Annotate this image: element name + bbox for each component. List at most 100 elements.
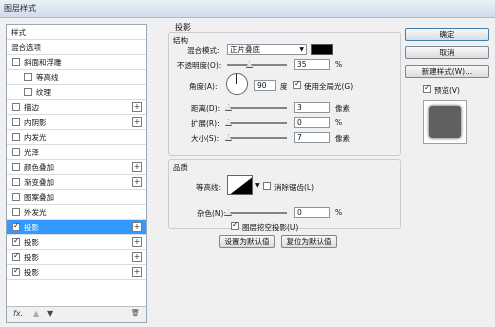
angle-input[interactable]: 90 (254, 80, 276, 91)
noise-slider-thumb[interactable] (225, 209, 232, 216)
sidebar-item-label: 投影 (24, 238, 39, 247)
sidebar-item-checkbox[interactable] (24, 73, 32, 81)
sidebar-item[interactable]: 颜色叠加 + (7, 160, 146, 175)
window-title: 图层样式 (4, 4, 36, 13)
preview-label: 预览(V) (434, 86, 460, 95)
sidebar-item-checkbox[interactable] (12, 118, 20, 126)
sidebar-item-checkbox[interactable] (12, 178, 20, 186)
angle-dial[interactable] (226, 73, 248, 95)
fx-icon[interactable]: fx. (13, 309, 23, 318)
distance-unit: 像素 (335, 104, 350, 113)
sidebar-item[interactable]: 光泽 (7, 145, 146, 160)
sidebar-item-label: 投影 (24, 253, 39, 262)
add-effect-icon[interactable]: + (132, 267, 142, 277)
opacity-slider[interactable] (227, 61, 287, 68)
antialias-checkbox[interactable] (263, 182, 271, 190)
styles-sidebar: 样式 混合选项 斜面和浮雕等高线纹理描边 + 内阴影 + 内发光光泽颜色叠加 + 渐变叠加 + 图… (6, 24, 147, 323)
contour-picker[interactable] (227, 175, 253, 195)
sidebar-item[interactable]: 纹理 (7, 85, 146, 100)
sidebar-item[interactable]: 渐变叠加 + (7, 175, 146, 190)
sidebar-item[interactable]: 投影 + (7, 250, 146, 265)
sidebar-item[interactable]: 混合选项 (7, 40, 146, 55)
spread-slider[interactable] (225, 119, 287, 126)
sidebar-item-label: 渐变叠加 (24, 178, 54, 187)
sidebar-item[interactable]: 图案叠加 (7, 190, 146, 205)
sidebar-item-label: 图案叠加 (24, 193, 54, 202)
add-effect-icon[interactable]: + (132, 102, 142, 112)
sidebar-item[interactable]: 等高线 (7, 70, 146, 85)
sidebar-item-label: 等高线 (36, 73, 59, 82)
sidebar-item-label: 光泽 (24, 148, 39, 157)
noise-input[interactable]: 0 (294, 207, 330, 218)
size-slider[interactable] (225, 134, 287, 141)
blend-mode-label: 混合模式: (187, 46, 220, 55)
angle-label: 角度(A): (189, 82, 218, 91)
sidebar-item-label: 纹理 (36, 88, 51, 97)
ok-button[interactable]: 确定 (405, 28, 489, 41)
sidebar-item-checkbox[interactable] (12, 163, 20, 171)
add-effect-icon[interactable]: + (132, 252, 142, 262)
cancel-button[interactable]: 取消 (405, 46, 489, 59)
sidebar-item[interactable]: 斜面和浮雕 (7, 55, 146, 70)
angle-dial-needle (236, 74, 237, 84)
reset-default-button[interactable]: 复位为默认值 (281, 235, 337, 248)
sidebar-item-checkbox[interactable] (12, 236, 20, 246)
sidebar-item[interactable]: 内阴影 + (7, 115, 146, 130)
move-down-icon[interactable]: ▼ (47, 309, 53, 318)
distance-input[interactable]: 3 (294, 102, 330, 113)
shadow-color-swatch[interactable] (311, 44, 333, 55)
title-bar: 图层样式 (0, 0, 495, 18)
sidebar-item[interactable]: 描边 + (7, 100, 146, 115)
sidebar-item[interactable]: 外发光 (7, 205, 146, 220)
sidebar-item-checkbox[interactable] (12, 266, 20, 276)
antialias-label: 消除锯齿(L) (274, 183, 315, 192)
sidebar-item-checkbox[interactable] (12, 221, 20, 231)
sidebar-item-checkbox[interactable] (24, 88, 32, 96)
sidebar-header-styles[interactable]: 样式 (7, 25, 146, 40)
sidebar-item-checkbox[interactable] (12, 103, 20, 111)
spread-slider-thumb[interactable] (225, 119, 232, 126)
sidebar-item[interactable]: 内发光 (7, 130, 146, 145)
spread-input[interactable]: 0 (294, 117, 330, 128)
size-slider-thumb[interactable] (225, 134, 232, 141)
add-effect-icon[interactable]: + (132, 117, 142, 127)
sidebar-item-checkbox[interactable] (12, 133, 20, 141)
sidebar-item-checkbox[interactable] (12, 193, 20, 201)
new-style-button[interactable]: 新建样式(W)... (405, 65, 489, 78)
global-light-checkbox[interactable] (293, 79, 301, 89)
spread-unit: % (335, 118, 343, 127)
noise-label: 杂色(N): (197, 209, 226, 218)
add-effect-icon[interactable]: + (132, 177, 142, 187)
add-effect-icon[interactable]: + (132, 162, 142, 172)
sidebar-item-label: 投影 (24, 268, 39, 277)
distance-slider-thumb[interactable] (225, 104, 232, 111)
trash-icon[interactable]: 🗑 (131, 309, 140, 317)
set-default-button[interactable]: 设置为默认值 (219, 235, 275, 248)
blend-mode-select[interactable]: 正片叠底 ▼ (227, 44, 307, 55)
sidebar-item-checkbox[interactable] (12, 208, 20, 216)
contour-dropdown-icon[interactable]: ▼ (255, 182, 260, 189)
add-effect-icon[interactable]: + (132, 222, 142, 232)
drop-shadow-panel: 投影 结构 混合模式: 正片叠底 ▼ 不透明度(O): 35 % 角度(A): … (155, 18, 401, 327)
size-input[interactable]: 7 (294, 132, 330, 143)
opacity-slider-thumb[interactable] (246, 61, 253, 68)
opacity-label: 不透明度(O): (177, 61, 222, 70)
knockout-checkbox[interactable] (231, 220, 239, 230)
sidebar-item-label: 内阴影 (24, 118, 47, 127)
sidebar-item[interactable]: 投影 + (7, 235, 146, 250)
preview-thumbnail (429, 106, 461, 138)
sidebar-item-checkbox[interactable] (12, 148, 20, 156)
sidebar-item-checkbox[interactable] (12, 58, 20, 66)
noise-slider[interactable] (225, 209, 287, 216)
sidebar-item[interactable]: 投影 + (7, 220, 146, 235)
distance-slider[interactable] (225, 104, 287, 111)
add-effect-icon[interactable]: + (132, 237, 142, 247)
chevron-down-icon: ▼ (299, 46, 304, 53)
style-preview (423, 100, 467, 144)
sidebar-item-checkbox[interactable] (12, 251, 20, 261)
opacity-input[interactable]: 35 (294, 59, 330, 70)
move-up-icon[interactable]: ▲ (33, 309, 39, 318)
sidebar-item[interactable]: 投影 + (7, 265, 146, 280)
knockout-label: 图层挖空投影(U) (242, 223, 299, 232)
preview-checkbox[interactable] (423, 83, 431, 93)
